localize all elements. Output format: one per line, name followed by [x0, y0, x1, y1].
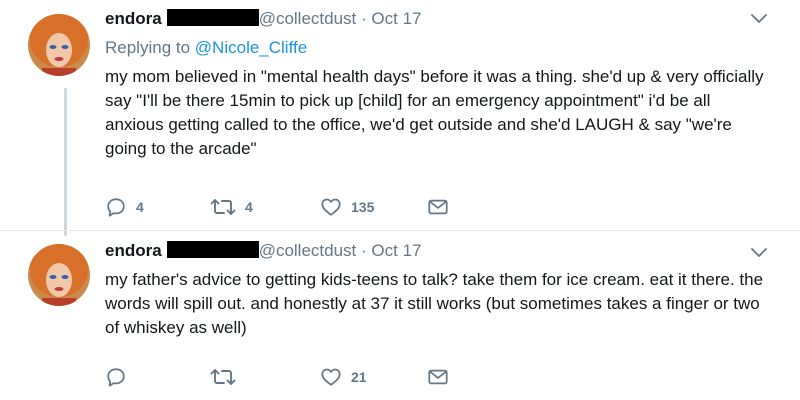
message-icon	[427, 366, 449, 388]
like-count: 135	[351, 199, 375, 215]
replying-prefix: Replying to	[105, 38, 191, 57]
retweet-button[interactable]: 4	[210, 195, 253, 219]
caret-down-icon[interactable]	[750, 12, 768, 26]
like-button[interactable]: 135	[320, 195, 374, 219]
tweet-header: endora @collectdust · Oct 17	[105, 241, 422, 261]
message-button[interactable]	[427, 195, 449, 219]
like-icon	[320, 366, 342, 388]
reply-icon	[105, 366, 127, 388]
redaction-bar	[166, 241, 259, 258]
redaction-bar	[166, 9, 259, 26]
reply-button[interactable]: 4	[105, 195, 144, 219]
user-handle[interactable]: @collectdust	[259, 9, 357, 28]
like-icon	[320, 196, 342, 218]
separator: ·	[361, 9, 367, 28]
user-handle[interactable]: @collectdust	[259, 241, 357, 260]
timestamp[interactable]: Oct 17	[371, 241, 421, 260]
like-count: 21	[351, 369, 367, 385]
reply-icon	[105, 196, 127, 218]
retweet-button[interactable]	[210, 365, 245, 389]
retweet-icon	[210, 196, 236, 218]
avatar[interactable]	[28, 244, 90, 306]
tweet[interactable]: endora @collectdust · Oct 17 my father's …	[0, 232, 800, 400]
replying-to: Replying to @Nicole_Cliffe	[105, 38, 307, 58]
thread-line	[64, 88, 67, 236]
message-button[interactable]	[427, 365, 449, 389]
tweet[interactable]: endora @collectdust · Oct 17 Replying to …	[0, 0, 800, 236]
mention-link[interactable]: @Nicole_Cliffe	[195, 38, 307, 57]
tweet-header: endora @collectdust · Oct 17	[105, 9, 422, 29]
display-name[interactable]: endora	[105, 241, 162, 260]
message-icon	[427, 196, 449, 218]
timestamp[interactable]: Oct 17	[371, 9, 421, 28]
display-name[interactable]: endora	[105, 9, 162, 28]
reply-button[interactable]	[105, 365, 136, 389]
tweet-text: my mom believed in "mental health days" …	[105, 67, 764, 158]
caret-down-icon[interactable]	[750, 246, 768, 260]
retweet-count: 4	[245, 199, 253, 215]
tweet-text: my father's advice to getting kids-teens…	[105, 270, 764, 337]
like-button[interactable]: 21	[320, 365, 367, 389]
separator: ·	[361, 241, 367, 260]
retweet-icon	[210, 366, 236, 388]
avatar[interactable]	[28, 14, 90, 76]
reply-count: 4	[136, 199, 144, 215]
divider	[0, 230, 800, 231]
